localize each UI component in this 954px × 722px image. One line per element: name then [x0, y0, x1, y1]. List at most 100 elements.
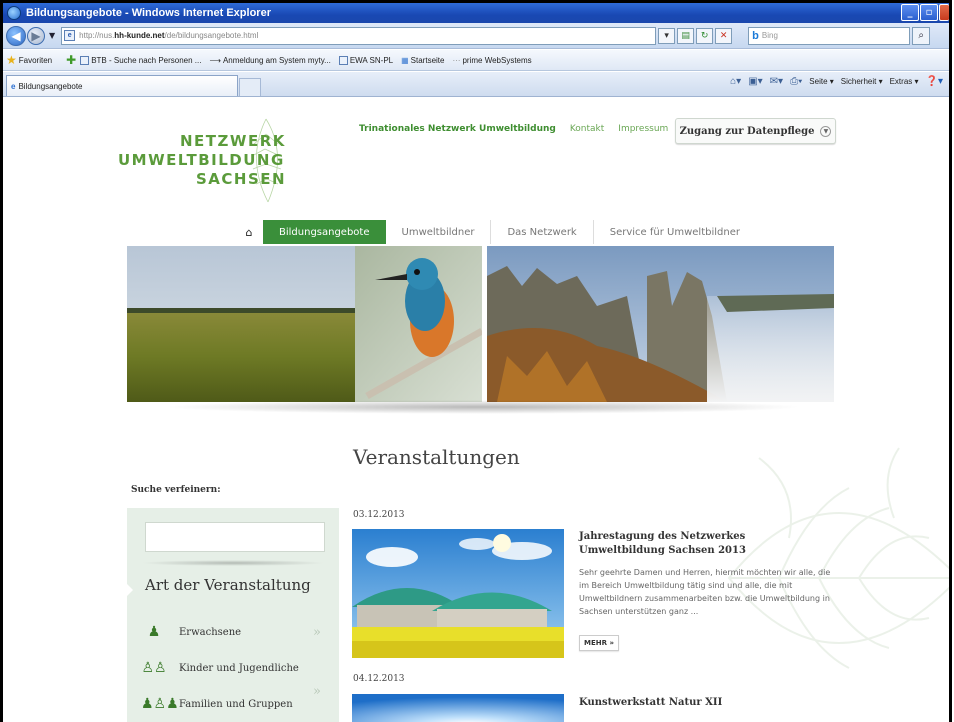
search-placeholder: Bing — [761, 31, 778, 40]
back-button[interactable]: ◀ — [6, 25, 26, 46]
forward-button[interactable]: ▶ — [27, 26, 45, 45]
new-tab-button[interactable] — [239, 78, 261, 96]
page-viewport: NETZWERK UMWELTBILDUNG SACHSEN Trination… — [3, 98, 949, 722]
nav-bildungsangebote[interactable]: Bildungsangebote — [263, 220, 386, 244]
site-logo[interactable]: NETZWERK UMWELTBILDUNG SACHSEN — [118, 114, 288, 204]
logo-line-3: SACHSEN — [196, 170, 287, 188]
feeds-icon[interactable]: ▣▾ — [748, 76, 762, 87]
menu-seite[interactable]: Seite ▾ — [809, 77, 833, 86]
address-toolbar: ◀ ▶ ▼ e http://nus. hh-kunde.net/de/bildu… — [3, 23, 949, 49]
favorite-label: BTB - Suche nach Personen ... — [91, 55, 202, 65]
filter-category-erwachsene[interactable]: ♟ Erwachsene » — [141, 620, 331, 644]
favorite-label: EWA SN-PL — [349, 55, 394, 65]
search-input[interactable]: b Bing — [748, 26, 911, 45]
home-icon[interactable]: ⌂▾ — [730, 76, 741, 87]
children-icon: ♙♙ — [141, 660, 167, 676]
menu-extras[interactable]: Extras ▾ — [890, 77, 919, 86]
category-label: Erwachsene — [179, 626, 242, 638]
favorites-bar: ★ Favoriten ✚ BTB - Suche nach Personen … — [3, 50, 949, 71]
address-input[interactable]: e http://nus. hh-kunde.net/de/bildungsang… — [61, 26, 657, 45]
filter-category-kinder[interactable]: ♙♙ Kinder und Jugendliche — [141, 656, 331, 680]
event-title[interactable]: Kunstwerkstatt Natur XII — [579, 696, 834, 710]
login-label: Zugang zur Datenpflege — [679, 125, 815, 137]
home-icon[interactable]: ⌂ — [235, 226, 263, 239]
url-path: /de/bildungsangebote.html — [164, 31, 259, 40]
hero-photo-collage — [127, 246, 834, 402]
tab-label: Bildungsangebote — [18, 81, 83, 91]
webslice-icon: ▦ — [401, 55, 409, 65]
event-image[interactable] — [352, 529, 564, 658]
favorite-label: Startseite — [410, 55, 445, 65]
refresh-icon[interactable]: ↻ — [696, 27, 714, 44]
filter-sidebar: Art der Veranstaltung ♟ Erwachsene » ♙♙ … — [127, 508, 339, 722]
main-navigation: ⌂ Bildungsangebote Umweltbildner Das Net… — [235, 220, 756, 244]
nav-service-fuer-umweltbildner[interactable]: Service für Umweltbildner — [594, 220, 756, 244]
command-bar: ⌂▾ ▣▾ ✉▾ ⎙▾ Seite ▾ Sicherheit ▾ Extras … — [730, 76, 943, 87]
hero-banner — [127, 246, 834, 402]
event-image[interactable] — [352, 694, 564, 722]
print-icon[interactable]: ⎙▾ — [790, 76, 802, 87]
compatibility-view-icon[interactable]: ▤ — [677, 27, 695, 44]
biogas-plant-photo — [352, 529, 564, 658]
maximize-button[interactable]: ▫ — [920, 4, 938, 21]
help-icon[interactable]: ❓▾ — [926, 76, 943, 87]
ie-logo-icon — [7, 6, 21, 20]
close-button[interactable] — [939, 4, 949, 21]
event-date: 03.12.2013 — [353, 510, 405, 520]
favorite-item[interactable]: EWA SN-PL — [338, 55, 394, 65]
link-kontakt[interactable]: Kontakt — [570, 124, 604, 134]
page-icon — [80, 55, 90, 65]
browser-window: Bildungsangebote - Windows Internet Expl… — [0, 0, 954, 722]
filter-heading: Art der Veranstaltung — [145, 576, 311, 594]
sun-sky-photo — [352, 694, 564, 722]
link-icon: ⟶ — [209, 55, 221, 65]
menu-label: Sicherheit — [840, 77, 877, 86]
hero-shadow — [163, 400, 803, 414]
favorite-item[interactable]: ▦ Startseite — [401, 56, 444, 65]
minimize-button[interactable]: _ — [901, 4, 919, 21]
logo-line-2: UMWELTBILDUNG — [118, 151, 285, 169]
logo-line-1: NETZWERK — [180, 132, 286, 150]
section-marker — [127, 584, 133, 596]
link-trinationales-netzwerk[interactable]: Trinationales Netzwerk Umweltbildung — [359, 124, 556, 134]
favorite-label: Anmeldung am System myty... — [222, 55, 331, 65]
favorite-item[interactable]: BTB - Suche nach Personen ... — [80, 55, 202, 65]
favorites-star-icon[interactable]: ★ — [6, 53, 17, 67]
favorite-item[interactable]: ⋯ prime WebSystems — [452, 56, 531, 65]
filter-search-input[interactable] — [145, 522, 325, 552]
url-prefix: http://nus. — [79, 31, 115, 40]
nav-das-netzwerk[interactable]: Das Netzwerk — [491, 220, 594, 244]
mail-icon[interactable]: ✉▾ — [770, 76, 783, 87]
login-button[interactable]: Zugang zur Datenpflege ▼ — [675, 118, 836, 144]
favorite-item[interactable]: ⟶ Anmeldung am System myty... — [209, 56, 330, 65]
divider — [141, 560, 325, 566]
more-button[interactable]: MEHR » — [579, 635, 619, 651]
url-dropdown-icon[interactable]: ▾ — [658, 27, 676, 44]
link-icon: ⋯ — [452, 55, 461, 65]
link-impressum[interactable]: Impressum — [618, 124, 668, 134]
tab-bildungsangebote[interactable]: e Bildungsangebote — [6, 75, 238, 96]
favorites-button[interactable]: Favoriten — [19, 56, 52, 65]
page-icon: e — [64, 30, 76, 41]
menu-sicherheit[interactable]: Sicherheit ▾ — [841, 77, 883, 86]
add-favorite-icon[interactable]: ✚ — [66, 53, 76, 67]
search-refine-label: Suche verfeinern: — [131, 485, 221, 495]
stop-icon[interactable]: ✕ — [715, 27, 733, 44]
event-teaser: Sehr geehrte Damen und Herren, hiermit m… — [579, 568, 831, 616]
category-label: Kinder und Jugendliche — [179, 662, 299, 674]
top-links: Trinationales Netzwerk Umweltbildung Kon… — [359, 124, 668, 134]
nav-umweltbildner[interactable]: Umweltbildner — [386, 220, 492, 244]
category-label: Familien und Gruppen — [179, 698, 293, 710]
window-titlebar: Bildungsangebote - Windows Internet Expl… — [3, 3, 949, 23]
window-title: Bildungsangebote - Windows Internet Expl… — [26, 7, 271, 19]
chevron-right-icon: » — [313, 624, 321, 640]
page-icon — [338, 55, 348, 65]
tab-bar: e Bildungsangebote ⌂▾ ▣▾ ✉▾ ⎙▾ Seite ▾ S… — [3, 72, 949, 97]
search-icon[interactable]: ⌕ — [912, 26, 931, 45]
section-heading: Veranstaltungen — [353, 445, 520, 469]
filter-category-familien[interactable]: ♟♙♟ Familien und Gruppen » — [141, 684, 331, 716]
adult-person-icon: ♟ — [147, 624, 161, 640]
history-dropdown-icon[interactable]: ▼ — [49, 31, 55, 40]
chevron-down-icon: ▼ — [820, 125, 832, 137]
event-title[interactable]: Jahrestagung des Netzwerkes Umweltbildun… — [579, 530, 834, 558]
